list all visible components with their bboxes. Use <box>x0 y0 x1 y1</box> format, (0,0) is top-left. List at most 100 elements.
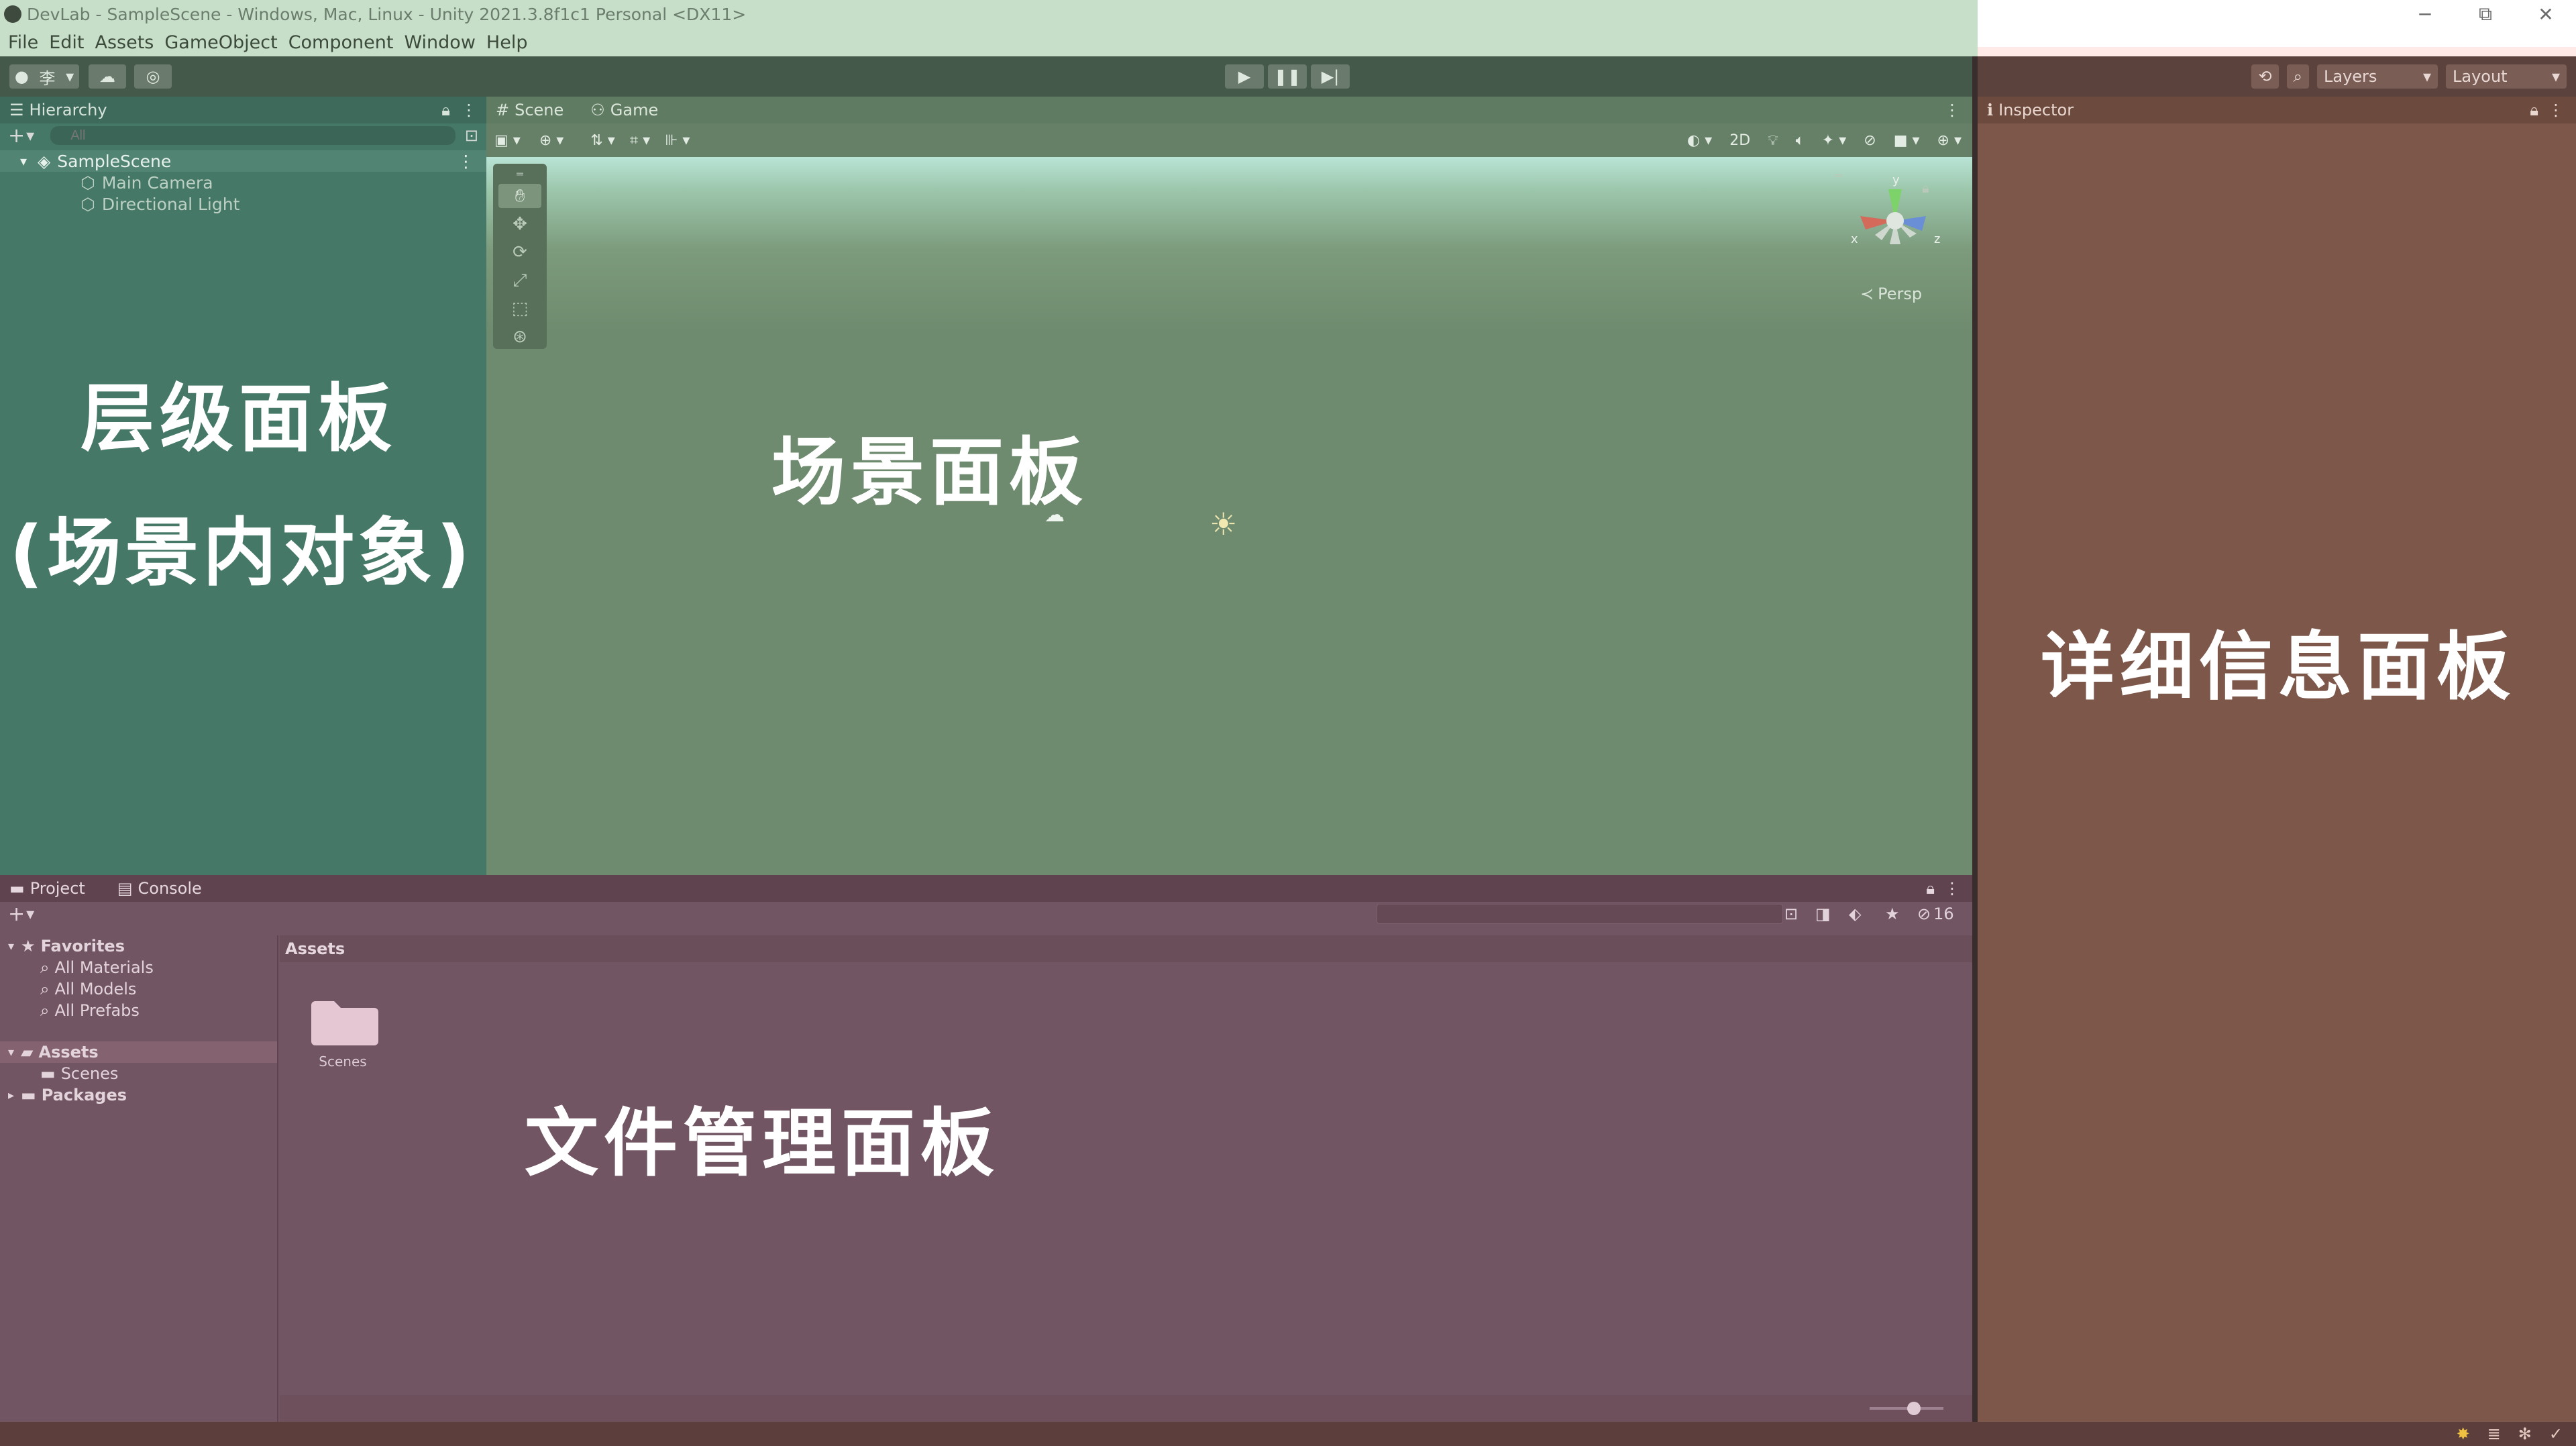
tab-project[interactable]: Project <box>30 879 85 898</box>
tree-item-packages[interactable]: ▸ ▬ Packages <box>0 1084 277 1106</box>
global-pivot-dropdown[interactable]: ⊕ ▾ <box>539 132 564 149</box>
search-by-label-icon[interactable]: ◨ <box>1815 905 1831 923</box>
chevron-down-icon: ▾ <box>66 67 74 86</box>
gizmo-lock-icon[interactable]: 🔒︎ <box>1922 180 1929 196</box>
light-gizmo-icon[interactable]: ☀︎ <box>1210 506 1237 542</box>
rect-tool-button[interactable]: ⬚ <box>498 297 541 321</box>
tab-console[interactable]: Console <box>138 879 202 898</box>
lighting-toggle-icon[interactable]: 💡︎ <box>1768 132 1778 149</box>
eye-slash-icon: ⊘ <box>1917 905 1931 923</box>
draw-mode-dropdown[interactable]: ▣ ▾ <box>494 132 521 149</box>
transform-tool-dropdown[interactable]: ⇅ ▾ <box>590 132 614 149</box>
hidden-objects-icon[interactable]: ⊘ <box>1864 132 1876 149</box>
tab-hierarchy[interactable]: Hierarchy <box>30 101 107 119</box>
toggle-2d-button[interactable]: 2D <box>1729 132 1750 149</box>
gizmo-z-label: z <box>1934 232 1941 246</box>
tree-item-all-materials[interactable]: ⌕ All Materials <box>0 957 277 978</box>
menu-file[interactable]: File <box>8 32 38 53</box>
step-button[interactable]: ▶| <box>1311 64 1350 89</box>
move-tool-button[interactable]: ✥ <box>498 212 541 236</box>
more-icon[interactable]: ⋮ <box>458 152 474 171</box>
tab-game[interactable]: Game <box>610 101 658 119</box>
hidden-packages-toggle[interactable]: ⊘ 16 <box>1917 905 1954 923</box>
star-icon: ★ <box>21 937 36 956</box>
star-icon[interactable]: ★ <box>1885 905 1900 923</box>
main-toolbar: ● 李 ▾ ☁ ◎ ▶ ❚❚ ▶| <box>0 56 1978 97</box>
shading-dropdown[interactable]: ◐ ▾ <box>1687 132 1712 149</box>
orientation-gizmo[interactable]: x z y ≺ Persp 🔒︎ ═ <box>1828 169 1962 318</box>
lock-icon[interactable]: 🔒︎ <box>2530 101 2538 119</box>
notification-icon[interactable]: ✸ <box>2457 1425 2470 1443</box>
search-by-type-icon[interactable]: ⊡ <box>1784 905 1798 923</box>
menu-assets[interactable]: Assets <box>95 32 154 53</box>
transform-icon: ⊛ <box>513 327 527 347</box>
tree-item-directional-light[interactable]: ⬡ Directional Light <box>0 193 486 215</box>
tree-item-assets[interactable]: ▾ ▰ Assets <box>0 1041 277 1063</box>
effects-dropdown[interactable]: ✦ ▾ <box>1822 132 1846 149</box>
pause-button[interactable]: ❚❚ <box>1268 64 1307 89</box>
scale-tool-button[interactable]: ⤢ <box>498 268 541 293</box>
lock-icon[interactable]: 🔒︎ <box>1926 879 1935 898</box>
lock-icon[interactable]: 🔒︎ <box>441 101 450 119</box>
camera-dropdown[interactable]: ■ ▾ <box>1894 132 1920 149</box>
increment-snap-dropdown[interactable]: ⊪ ▾ <box>665 132 690 149</box>
project-search-input[interactable] <box>1377 904 1783 924</box>
persp-label[interactable]: ≺ Persp <box>1860 285 1922 303</box>
filter-icon[interactable]: ⊡ <box>465 126 478 145</box>
menu-edit[interactable]: Edit <box>49 32 84 53</box>
transform-tool-button[interactable]: ⊛ <box>498 325 541 349</box>
cloud-button[interactable]: ☁ <box>89 64 126 89</box>
check-circle-icon[interactable]: ✓ <box>2549 1425 2563 1443</box>
search-icon: ⌕ <box>2293 67 2302 86</box>
zoom-slider-handle[interactable] <box>1907 1402 1921 1415</box>
collab-button[interactable]: ◎ <box>134 64 172 89</box>
chevron-down-icon[interactable]: ▾ <box>26 905 34 923</box>
chevron-down-icon[interactable]: ▾ <box>26 126 34 145</box>
layers-dropdown[interactable]: Layers ▾ <box>2317 64 2438 89</box>
add-icon[interactable]: + <box>8 902 25 926</box>
more-icon[interactable]: ⋮ <box>2548 101 2564 119</box>
play-button[interactable]: ▶ <box>1225 64 1264 89</box>
menu-component[interactable]: Component <box>288 32 394 53</box>
more-icon[interactable]: ⋮ <box>1944 101 1960 119</box>
zoom-slider-track[interactable] <box>1870 1407 1943 1410</box>
gameobject-cube-icon: ⬡ <box>80 172 95 193</box>
bug-icon[interactable]: ✻ <box>2518 1425 2532 1443</box>
panel-divider[interactable] <box>1972 56 1978 1422</box>
close-button[interactable]: ✕ <box>2516 3 2576 25</box>
tree-item-all-prefabs[interactable]: ⌕ All Prefabs <box>0 1000 277 1021</box>
asset-item-scenes[interactable]: Scenes <box>306 989 380 1070</box>
add-icon[interactable]: + <box>8 124 25 148</box>
tree-item-all-models[interactable]: ⌕ All Models <box>0 978 277 1000</box>
more-icon[interactable]: ⋮ <box>461 101 477 119</box>
menu-gameobject[interactable]: GameObject <box>164 32 277 53</box>
account-dropdown[interactable]: ● 李 ▾ <box>9 64 79 89</box>
tree-item-scenes[interactable]: ▬ Scenes <box>0 1063 277 1084</box>
tree-item-samplescene[interactable]: ▾ ◈ SampleScene ⋮ <box>0 150 486 172</box>
gizmos-dropdown[interactable]: ⊕ ▾ <box>1937 132 1962 149</box>
tab-scene[interactable]: Scene <box>515 101 564 119</box>
hierarchy-search-input[interactable] <box>50 126 455 145</box>
scene-viewport[interactable]: ═ ✋︎ ✥ ⟳ ⤢ ⬚ ⊛ x z y ≺ Persp 🔒︎ ═ ☁ ☀︎ 场… <box>486 157 1972 875</box>
search-button[interactable]: ⌕ <box>2286 64 2309 89</box>
layout-dropdown[interactable]: Layout ▾ <box>2446 64 2567 89</box>
project-folder-tree: ▾ ★ Favorites ⌕ All Materials ⌕ All Mode… <box>0 935 278 1422</box>
tree-item-favorites[interactable]: ▾ ★ Favorites <box>0 935 277 957</box>
menu-help[interactable]: Help <box>486 32 528 53</box>
tree-item-main-camera[interactable]: ⬡ Main Camera <box>0 172 486 193</box>
minimize-button[interactable]: ─ <box>2395 3 2455 25</box>
tab-inspector[interactable]: Inspector <box>1998 101 2074 119</box>
hand-tool-button[interactable]: ✋︎ <box>498 184 541 208</box>
stack-icon[interactable]: ≣ <box>2487 1425 2501 1443</box>
more-icon[interactable]: ⋮ <box>1944 879 1960 898</box>
history-button[interactable]: ⟲ <box>2251 64 2279 89</box>
tag-icon[interactable]: ⬖ <box>1849 905 1861 923</box>
rotate-tool-button[interactable]: ⟳ <box>498 240 541 264</box>
chevron-down-icon: ▾ <box>8 939 15 953</box>
assets-breadcrumb[interactable]: Assets <box>280 935 1972 962</box>
project-tab-bar: ▬ Project ▤ Console 🔒︎ ⋮ <box>0 875 1972 902</box>
grid-snap-dropdown[interactable]: ⌗ ▾ <box>630 132 650 149</box>
restore-button[interactable]: ⧉ <box>2455 3 2516 25</box>
audio-toggle-icon[interactable]: 🔈︎ <box>1796 132 1805 149</box>
menu-window[interactable]: Window <box>404 32 475 53</box>
